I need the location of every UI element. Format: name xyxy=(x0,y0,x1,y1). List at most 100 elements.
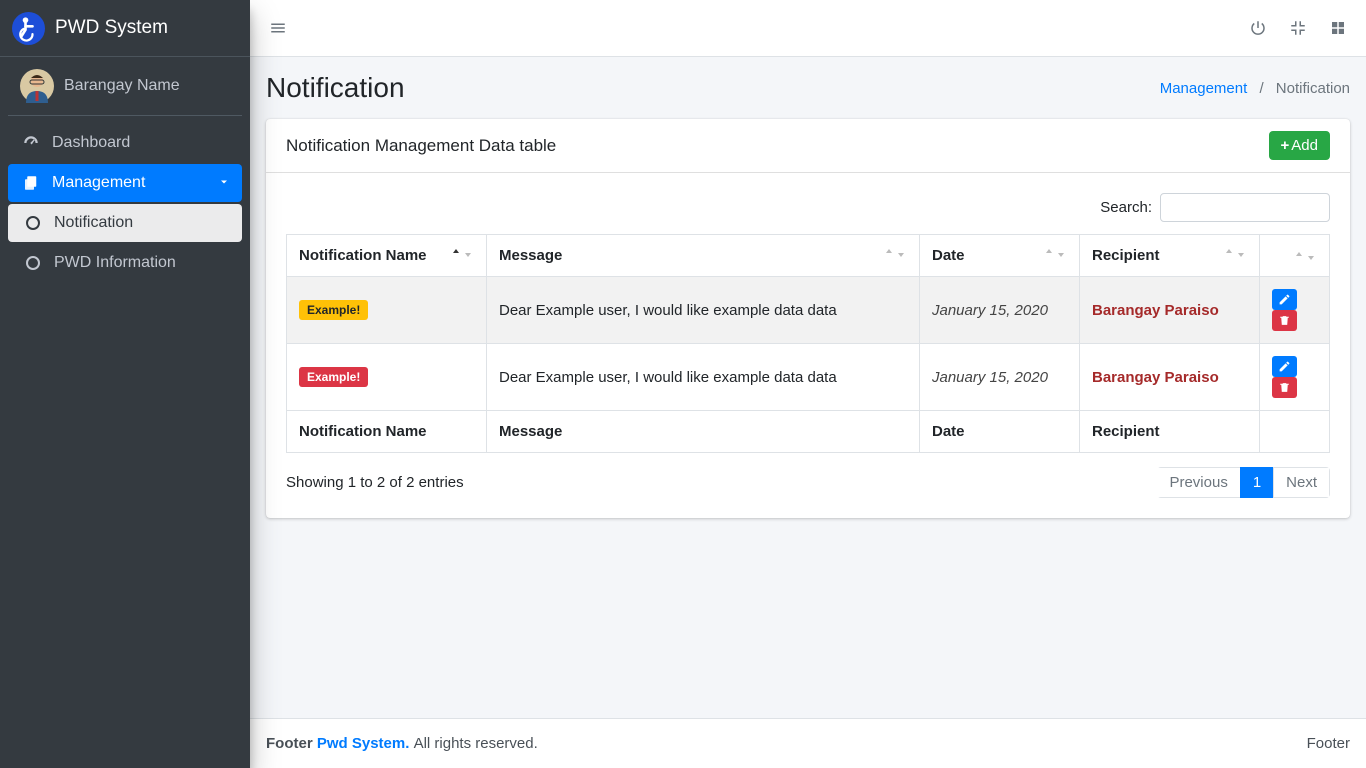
table-row: Example! Dear Example user, I would like… xyxy=(287,277,1330,344)
sidebar-item-pwd-information[interactable]: PWD Information xyxy=(8,244,242,282)
table-footer-bar: Showing 1 to 2 of 2 entries Previous 1 N… xyxy=(286,467,1330,498)
topbar xyxy=(250,0,1366,57)
sidebar-item-dashboard[interactable]: Dashboard xyxy=(8,124,242,162)
circle-icon xyxy=(22,216,44,230)
table-header-row: Notification Name Message xyxy=(287,235,1330,277)
search-label: Search: xyxy=(1100,199,1152,216)
trash-icon xyxy=(1278,381,1291,394)
pencil-icon xyxy=(1278,360,1291,373)
trash-icon xyxy=(1278,314,1291,327)
card-title: Notification Management Data table xyxy=(286,136,556,156)
th-recipient[interactable]: Recipient xyxy=(1080,235,1260,277)
th-date[interactable]: Date xyxy=(920,235,1080,277)
delete-button[interactable] xyxy=(1272,310,1297,331)
sidebar: PWD System Barangay Name Dashboard xyxy=(0,0,250,768)
table-row: Example! Dear Example user, I would like… xyxy=(287,344,1330,411)
th-actions[interactable] xyxy=(1260,235,1330,277)
footer-left: Footer Pwd System. All rights reserved. xyxy=(266,735,538,752)
footer-prefix: Footer xyxy=(266,735,317,752)
notification-card: Notification Management Data table +Add … xyxy=(266,119,1350,518)
brand-name: PWD System xyxy=(55,17,168,39)
breadcrumb-management-link[interactable]: Management xyxy=(1160,80,1248,97)
card-body: Search: Notification Name xyxy=(266,173,1350,518)
fullscreen-toggle-button[interactable] xyxy=(1286,16,1310,40)
dashboard-icon xyxy=(20,134,42,152)
notification-badge: Example! xyxy=(299,367,368,387)
cell-message: Dear Example user, I would like example … xyxy=(487,277,920,344)
tf-message: Message xyxy=(487,411,920,453)
sort-icon xyxy=(450,247,474,259)
page-current[interactable]: 1 xyxy=(1240,467,1274,498)
logout-button[interactable] xyxy=(1246,16,1270,40)
user-panel: Barangay Name xyxy=(8,57,242,116)
card-header: Notification Management Data table +Add xyxy=(266,119,1350,173)
page-previous[interactable]: Previous xyxy=(1157,467,1240,498)
bars-icon xyxy=(269,19,287,37)
page-title: Notification xyxy=(266,72,405,104)
edit-button[interactable] xyxy=(1272,289,1297,310)
tf-recipient: Recipient xyxy=(1080,411,1260,453)
th-label: Recipient xyxy=(1092,247,1160,264)
sidebar-nav: Dashboard Management Notification PWD In… xyxy=(0,116,250,292)
apps-button[interactable] xyxy=(1326,16,1350,40)
breadcrumb-current: Notification xyxy=(1276,80,1350,97)
notification-table: Notification Name Message xyxy=(286,234,1330,453)
sort-icon xyxy=(1223,247,1247,259)
tf-date: Date xyxy=(920,411,1080,453)
sidebar-submenu-management: Notification PWD Information xyxy=(8,204,242,282)
content-header: Notification Management / Notification xyxy=(250,57,1366,119)
breadcrumb-separator: / xyxy=(1259,80,1263,97)
cell-recipient: Barangay Paraiso xyxy=(1080,344,1260,411)
pagination: Previous 1 Next xyxy=(1157,467,1330,498)
menu-toggle-button[interactable] xyxy=(266,16,290,40)
plus-icon: + xyxy=(1281,137,1290,154)
edit-button[interactable] xyxy=(1272,356,1297,377)
grid-icon xyxy=(1329,19,1347,37)
th-label: Message xyxy=(499,247,562,264)
cell-message: Dear Example user, I would like example … xyxy=(487,344,920,411)
brand-logo xyxy=(12,12,45,45)
tf-actions xyxy=(1260,411,1330,453)
sidebar-item-management[interactable]: Management xyxy=(8,164,242,202)
user-name-link[interactable]: Barangay Name xyxy=(64,77,180,95)
power-icon xyxy=(1249,19,1267,37)
circle-icon xyxy=(22,256,44,270)
sidebar-label-pwd-information: PWD Information xyxy=(54,254,176,272)
compress-icon xyxy=(1289,19,1307,37)
cell-name: Example! xyxy=(287,344,487,411)
cell-actions xyxy=(1260,277,1330,344)
table-footer-row: Notification Name Message Date Recipient xyxy=(287,411,1330,453)
footer-rights: All rights reserved. xyxy=(414,735,538,752)
footer-right: Footer xyxy=(1307,735,1350,752)
sort-icon xyxy=(1293,250,1317,262)
cell-date: January 15, 2020 xyxy=(920,277,1080,344)
copy-icon xyxy=(20,174,42,192)
delete-button[interactable] xyxy=(1272,377,1297,398)
search-input[interactable] xyxy=(1160,193,1330,222)
brand-link[interactable]: PWD System xyxy=(0,0,250,57)
cell-actions xyxy=(1260,344,1330,411)
sort-icon xyxy=(883,247,907,259)
table-info: Showing 1 to 2 of 2 entries xyxy=(286,474,464,491)
sidebar-label-dashboard: Dashboard xyxy=(52,134,130,152)
tf-notification-name: Notification Name xyxy=(287,411,487,453)
th-message[interactable]: Message xyxy=(487,235,920,277)
sidebar-item-notification[interactable]: Notification xyxy=(8,204,242,242)
th-label: Date xyxy=(932,247,965,264)
notification-badge: Example! xyxy=(299,300,368,320)
th-label: Notification Name xyxy=(299,247,427,264)
user-avatar xyxy=(20,69,54,103)
cell-date: January 15, 2020 xyxy=(920,344,1080,411)
th-notification-name[interactable]: Notification Name xyxy=(287,235,487,277)
chevron-down-icon xyxy=(218,176,230,191)
main-footer: Footer Pwd System. All rights reserved. … xyxy=(250,718,1366,768)
cell-name: Example! xyxy=(287,277,487,344)
breadcrumb: Management / Notification xyxy=(1160,80,1350,97)
footer-brand-link[interactable]: Pwd System. xyxy=(317,735,410,752)
sidebar-label-notification: Notification xyxy=(54,214,133,232)
sidebar-label-management: Management xyxy=(52,174,145,192)
accessibility-icon xyxy=(15,14,43,42)
cell-recipient: Barangay Paraiso xyxy=(1080,277,1260,344)
add-button[interactable]: +Add xyxy=(1269,131,1330,160)
page-next[interactable]: Next xyxy=(1273,467,1330,498)
